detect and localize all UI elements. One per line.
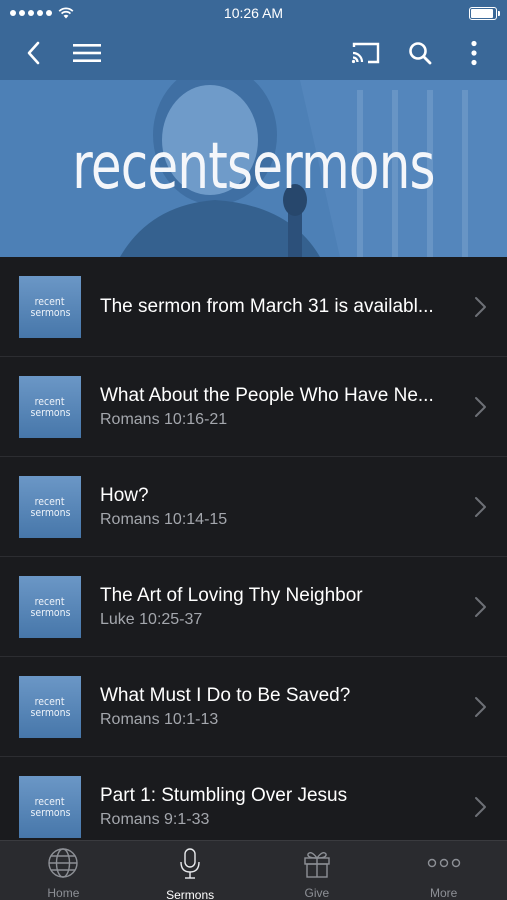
list-item[interactable]: recent sermons Part 1: Stumbling Over Jes… (0, 757, 507, 840)
tab-label: Give (304, 886, 330, 900)
chevron-right-icon (475, 796, 486, 817)
sermon-scripture: Romans 10:16-21 (100, 410, 228, 428)
tab-bar: Home Sermons Give More (0, 840, 507, 900)
sermon-list: recent sermons The sermon from March 31 i… (0, 257, 507, 840)
more-vertical-icon[interactable] (459, 38, 489, 68)
chevron-right-icon (475, 396, 486, 417)
sermon-title: How? (100, 484, 149, 506)
cast-icon[interactable] (351, 38, 381, 68)
list-item[interactable]: recent sermons What About the People Who … (0, 357, 507, 457)
list-item[interactable]: recent sermons The sermon from March 31 i… (0, 257, 507, 357)
tab-label: More (429, 886, 458, 900)
sermon-title: What About the People Who Have Ne... (100, 384, 434, 406)
chevron-right-icon (475, 596, 486, 617)
tab-give[interactable]: Give (254, 841, 381, 900)
tab-sermons[interactable]: Sermons (127, 841, 254, 900)
sermon-title: Part 1: Stumbling Over Jesus (100, 784, 348, 806)
tab-home[interactable]: Home (0, 841, 127, 900)
status-time: 10:26 AM (223, 5, 284, 21)
list-item[interactable]: recent sermons What Must I Do to Be Saved… (0, 657, 507, 757)
status-bar: 10:26 AM (0, 0, 507, 26)
sermon-scripture: Luke 10:25-37 (100, 610, 203, 628)
sermon-thumbnail: recent sermons (19, 475, 81, 538)
sermon-thumbnail: recent sermons (19, 675, 81, 738)
gift-icon (300, 847, 334, 879)
more-horizontal-icon (427, 847, 461, 879)
sermon-thumbnail: recent sermons (19, 575, 81, 638)
sermon-scripture: Romans 10:14-15 (100, 510, 228, 528)
sermon-title: What Must I Do to Be Saved? (100, 684, 351, 706)
tab-label: Home (47, 886, 80, 900)
sermon-scripture: Romans 9:1-33 (100, 810, 210, 828)
hero-banner: recentsermons (0, 80, 507, 257)
list-item[interactable]: recent sermons How? Romans 10:14-15 (0, 457, 507, 557)
menu-icon[interactable] (72, 38, 102, 68)
nav-bar (0, 26, 507, 80)
tab-label: Sermons (166, 888, 215, 900)
globe-icon (46, 847, 80, 879)
back-icon[interactable] (18, 38, 48, 68)
hero-title: recentsermons (72, 130, 435, 204)
microphone-icon (173, 847, 207, 881)
sermon-scripture: Romans 10:1-13 (100, 710, 219, 728)
chevron-right-icon (475, 696, 486, 717)
sermon-thumbnail: recent sermons (19, 775, 81, 838)
sermon-thumbnail: recent sermons (19, 375, 81, 438)
chevron-right-icon (475, 496, 486, 517)
chevron-right-icon (475, 296, 486, 317)
search-icon[interactable] (405, 38, 435, 68)
sermon-title: The Art of Loving Thy Neighbor (100, 584, 363, 606)
tab-more[interactable]: More (380, 841, 507, 900)
list-item[interactable]: recent sermons The Art of Loving Thy Neig… (0, 557, 507, 657)
sermon-thumbnail: recent sermons (19, 275, 81, 338)
sermon-title: The sermon from March 31 is availabl... (100, 295, 434, 317)
battery-icon (469, 6, 500, 20)
